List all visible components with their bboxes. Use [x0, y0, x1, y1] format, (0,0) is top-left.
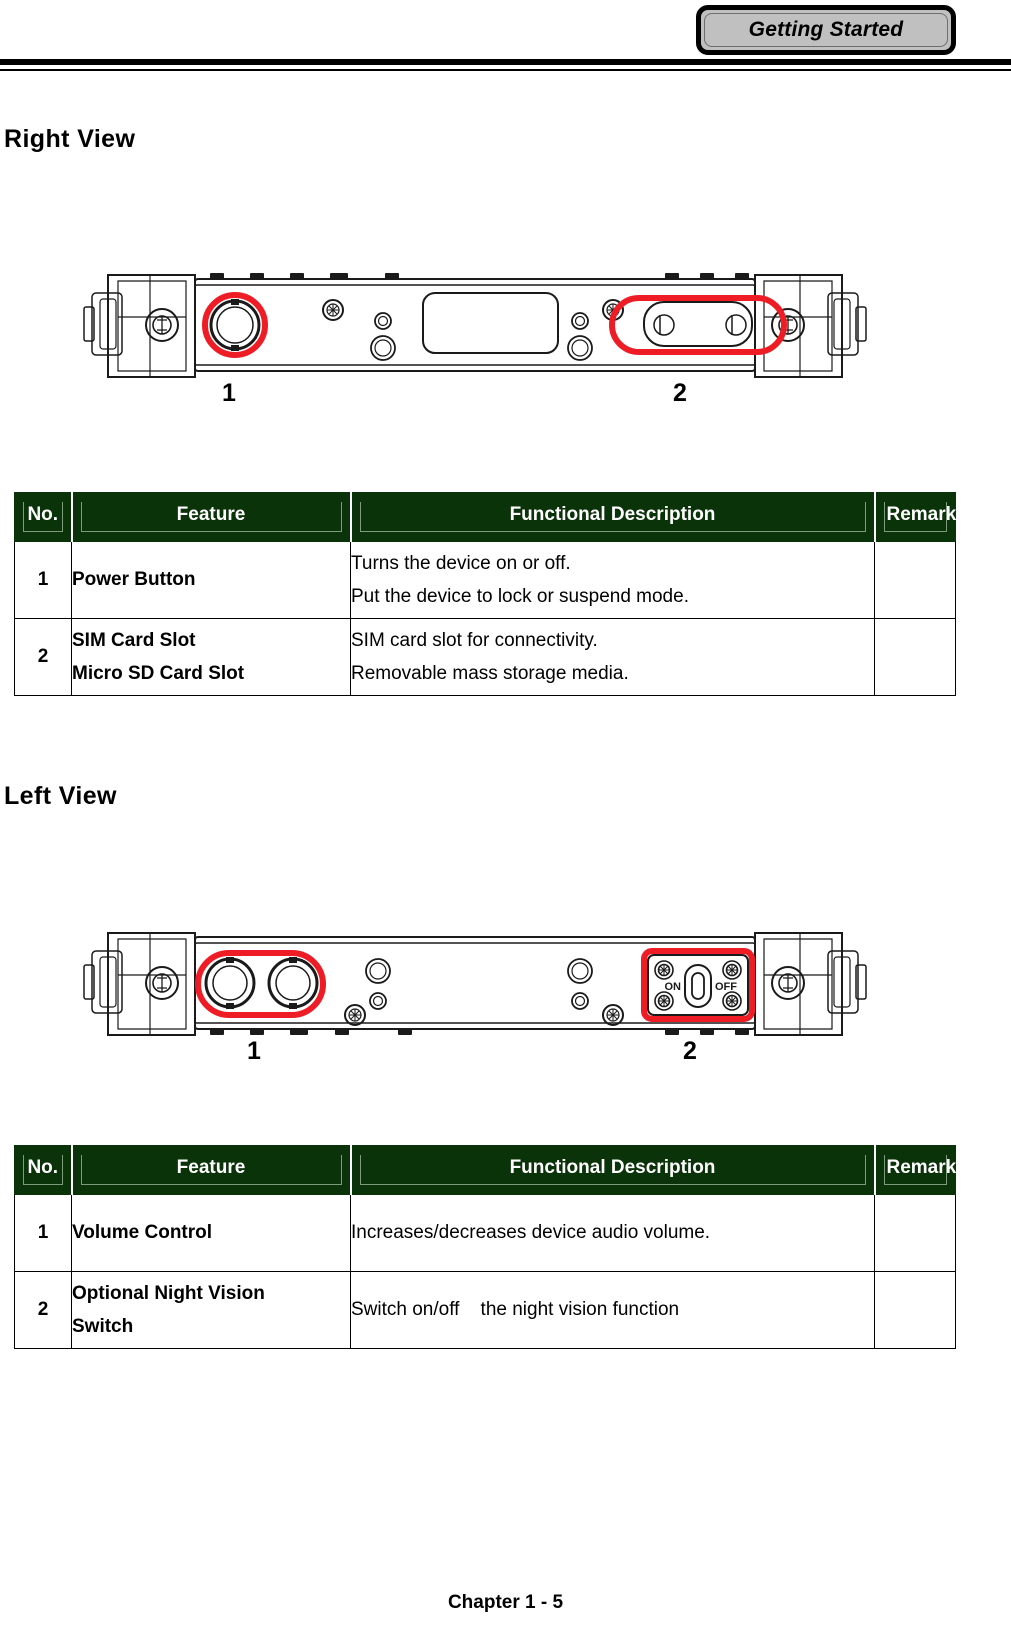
column-header-feature-label: Feature — [80, 502, 342, 532]
table-row: 2 Optional Night Vision Switch Switch on… — [14, 1271, 956, 1349]
section-heading-right-view: Right View — [4, 125, 136, 153]
column-header-remark-label: Remark — [883, 502, 956, 532]
device-diagram-right-view: 1 2 — [0, 255, 1011, 435]
cell-remark — [874, 1271, 956, 1349]
feature-line: Micro SD Card Slot — [72, 663, 245, 684]
table-header-row: No. Feature Functional Description Remar… — [14, 492, 956, 542]
cell-no: 2 — [14, 1271, 72, 1349]
device-diagram-left-view: ON OFF 1 2 — [0, 915, 1011, 1095]
right-view-illustration — [83, 273, 867, 378]
column-header-description: Functional Description — [349, 1145, 875, 1195]
feature-line: Power Button — [72, 569, 196, 591]
callout-number-1: 1 — [222, 379, 236, 407]
cell-feature: SIM Card Slot Micro SD Card Slot — [71, 618, 351, 696]
spec-table-left-view: No. Feature Functional Description Remar… — [14, 1145, 956, 1349]
column-header-remark-label: Remark — [883, 1155, 956, 1185]
cell-description: Turns the device on or off. Put the devi… — [350, 541, 875, 619]
table-row: 1 Volume Control Increases/decreases dev… — [14, 1194, 956, 1272]
cell-no: 1 — [14, 1194, 72, 1272]
cell-remark — [874, 541, 956, 619]
highlight-card-slot — [609, 295, 787, 355]
description-line: SIM card slot for connectivity. — [351, 629, 598, 651]
chapter-tab-label: Getting Started — [748, 18, 904, 41]
column-header-description-label: Functional Description — [359, 1155, 866, 1185]
cell-description: Increases/decreases device audio volume. — [350, 1194, 875, 1272]
feature-line: Volume Control — [72, 1222, 213, 1244]
column-header-description-label: Functional Description — [359, 502, 866, 532]
description-line: Switch on/off the night vision function — [351, 1299, 680, 1321]
switch-label-on: ON — [665, 981, 682, 993]
section-heading-left-view: Left View — [4, 782, 117, 810]
cell-remark — [874, 618, 956, 696]
column-header-no-label: No. — [23, 1155, 63, 1185]
cell-feature: Power Button — [71, 541, 351, 619]
column-header-feature-label: Feature — [80, 1155, 342, 1185]
table-header-row: No. Feature Functional Description Remar… — [14, 1145, 956, 1195]
header-rule-thin — [0, 69, 1011, 71]
cell-no: 1 — [14, 541, 72, 619]
switch-label-off: OFF — [715, 981, 737, 993]
cell-no: 2 — [14, 618, 72, 696]
cell-remark — [874, 1194, 956, 1272]
chapter-tab: Getting Started — [696, 5, 956, 55]
description-line: Put the device to lock or suspend mode. — [351, 586, 689, 607]
callout-number-2: 2 — [683, 1037, 697, 1065]
column-header-remark: Remark — [873, 1145, 956, 1195]
column-header-feature: Feature — [70, 1145, 351, 1195]
column-header-no-label: No. — [23, 502, 63, 532]
column-header-description: Functional Description — [349, 492, 875, 542]
page-header: Getting Started — [0, 0, 1011, 75]
description-line: Increases/decreases device audio volume. — [351, 1222, 711, 1244]
callout-number-2: 2 — [673, 379, 687, 407]
description-line: Removable mass storage media. — [351, 663, 629, 684]
column-header-feature: Feature — [70, 492, 351, 542]
cell-feature: Optional Night Vision Switch — [71, 1271, 351, 1349]
table-row: 2 SIM Card Slot Micro SD Card Slot SIM c… — [14, 618, 956, 696]
page-footer: Chapter 1 - 5 — [447, 1592, 564, 1613]
callout-number-1: 1 — [247, 1037, 261, 1065]
column-header-no: No. — [14, 492, 72, 542]
left-view-illustration: ON OFF — [83, 932, 867, 1036]
column-header-no: No. — [14, 1145, 72, 1195]
feature-line: SIM Card Slot — [72, 629, 196, 651]
header-rule-thick — [0, 59, 1011, 65]
cell-feature: Volume Control — [71, 1194, 351, 1272]
spec-table-right-view: No. Feature Functional Description Remar… — [14, 492, 956, 696]
feature-line: Optional Night Vision — [72, 1282, 265, 1304]
cell-description: SIM card slot for connectivity. Removabl… — [350, 618, 875, 696]
table-row: 1 Power Button Turns the device on or of… — [14, 541, 956, 619]
description-line: Turns the device on or off. — [351, 552, 571, 574]
feature-line: Switch — [72, 1316, 134, 1337]
column-header-remark: Remark — [873, 492, 956, 542]
cell-description: Switch on/off the night vision function — [350, 1271, 875, 1349]
